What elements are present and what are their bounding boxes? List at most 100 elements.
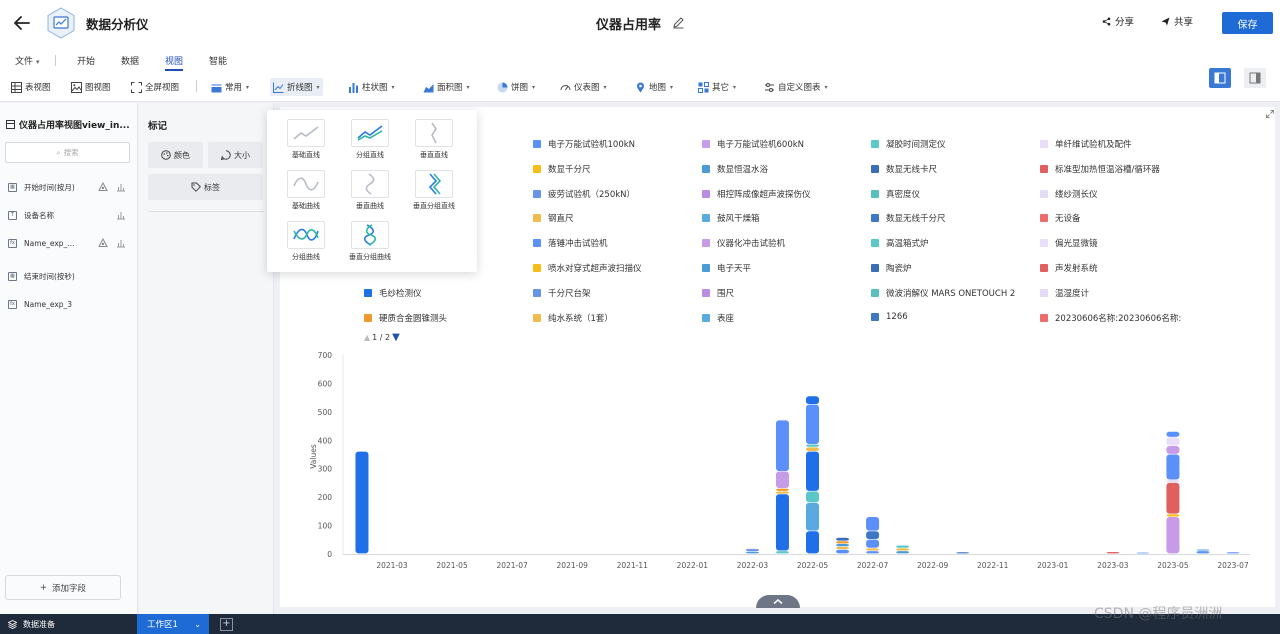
group-curve-option[interactable]: 分组曲线: [275, 221, 337, 262]
y-tick-label: 400: [318, 436, 333, 445]
bar-segment: [956, 552, 970, 554]
x-tick-label: 2022-05: [797, 561, 829, 570]
bar-segment: [806, 451, 819, 491]
x-tick-label: 2021-03: [376, 561, 408, 570]
vertical-line-icon: [431, 122, 437, 144]
vertical-group-line-option[interactable]: 垂直分组直线: [403, 170, 465, 211]
bar-segment: [1166, 480, 1180, 483]
bar-segment: [355, 451, 369, 554]
vertical-group-line-icon: [428, 173, 442, 195]
data-prep-button[interactable]: 数据准备: [8, 619, 55, 630]
vertical-group-curve-icon: [363, 224, 377, 246]
stacked-bar-chart: 0 100 200 300 400 500 600 700 2021-03 2021-05 2021…: [318, 351, 1250, 570]
vertical-line-option[interactable]: 垂直直线: [403, 119, 465, 160]
bar-segment: [866, 539, 880, 548]
group-line-option[interactable]: 分组直线: [339, 119, 401, 160]
basic-curve-label: 基础曲线: [292, 202, 320, 210]
x-tick-label: 2021-11: [617, 561, 649, 570]
x-tick-label: 2022-01: [677, 561, 709, 570]
bar-segment: [745, 550, 759, 552]
x-tick-label: 2023-07: [1217, 561, 1249, 570]
vertical-curve-preview: [351, 170, 389, 198]
chevron-down-icon[interactable]: ⌄: [194, 620, 201, 629]
group-curve-label: 分组曲线: [292, 253, 320, 261]
bar-segment: [1166, 437, 1180, 446]
line-chart-dropdown: 基础直线 分组直线 垂直直线 基础曲线 垂直曲线 垂直分组直线 分组曲线 垂直分…: [267, 110, 477, 272]
x-tick-label: 2023-05: [1157, 561, 1189, 570]
vertical-group-line-preview: [415, 170, 453, 198]
x-tick-label: 2021-05: [436, 561, 468, 570]
vertical-line-label: 垂直直线: [420, 151, 448, 159]
basic-curve-option[interactable]: 基础曲线: [275, 170, 337, 211]
bar-segment: [775, 491, 789, 494]
bar-segment: [806, 447, 819, 452]
x-tick-label: 2022-03: [737, 561, 769, 570]
group-curve-icon: [293, 228, 319, 241]
bar-segment: [836, 537, 850, 541]
bar-segment: [806, 444, 819, 447]
bar-segment: [745, 548, 759, 550]
vertical-curve-label: 垂直曲线: [356, 202, 384, 210]
bar-segment: [836, 541, 850, 544]
bar-segment: [1196, 549, 1210, 551]
vertical-group-line-label: 垂直分组直线: [413, 202, 455, 210]
bar-segment: [775, 488, 789, 491]
data-prep-label: 数据准备: [23, 620, 55, 629]
vertical-line-preview: [415, 119, 453, 147]
bar-segment: [775, 420, 789, 471]
vertical-group-curve-label: 垂直分组曲线: [349, 253, 391, 261]
bar-segment: [775, 471, 789, 489]
bar-segment: [866, 517, 880, 531]
bar-segment: [806, 404, 819, 444]
vertical-curve-icon: [365, 173, 375, 195]
vertical-curve-option[interactable]: 垂直曲线: [339, 170, 401, 211]
bar-segment: [1166, 445, 1180, 454]
bar-segment: [775, 494, 789, 551]
x-tick-label: 2022-11: [977, 561, 1009, 570]
y-tick-label: 100: [318, 522, 333, 531]
worksheet-tab[interactable]: 工作区1 ⌄: [137, 614, 209, 634]
basic-line-option[interactable]: 基础直线: [275, 119, 337, 160]
x-tick-label: 2023-01: [1037, 561, 1069, 570]
group-curve-preview: [287, 221, 325, 249]
bar-segment: [1196, 551, 1210, 554]
basic-line-icon: [293, 126, 319, 140]
add-worksheet-button[interactable]: +: [220, 618, 233, 631]
basic-curve-icon: [293, 177, 319, 191]
y-tick-label: 200: [318, 493, 333, 502]
bar-segment: [806, 502, 819, 531]
basic-line-preview: [287, 119, 325, 147]
y-tick-label: 300: [318, 465, 333, 474]
group-line-label: 分组直线: [356, 151, 384, 159]
bar-segment: [1136, 552, 1150, 554]
bar-segment: [745, 551, 759, 554]
x-tick-label: 2021-07: [496, 561, 528, 570]
bottom-bar: 数据准备 工作区1 ⌄ +: [0, 614, 1280, 634]
x-tick-label: 2023-03: [1097, 561, 1129, 570]
y-tick-label: 500: [318, 408, 333, 417]
bar-segment: [896, 548, 910, 551]
layers-icon: [8, 620, 17, 629]
y-tick-label: 600: [318, 379, 333, 388]
x-tick-label: 2022-09: [917, 561, 949, 570]
bar-segment: [836, 544, 850, 547]
bar-segment: [1106, 552, 1120, 554]
collapse-panel-tab[interactable]: [756, 595, 800, 608]
group-line-icon: [357, 125, 383, 141]
bar-segment: [866, 551, 880, 554]
vertical-group-curve-option[interactable]: 垂直分组曲线: [339, 221, 401, 262]
basic-curve-preview: [287, 170, 325, 198]
bar-segment: [1166, 431, 1180, 437]
y-tick-label: 700: [318, 351, 333, 360]
bar-segment: [836, 549, 850, 554]
vertical-group-curve-preview: [351, 221, 389, 249]
bar-segment: [1226, 552, 1240, 554]
worksheet-tab-label: 工作区1: [147, 620, 178, 630]
basic-line-label: 基础直线: [292, 151, 320, 159]
bar-segment: [806, 491, 819, 503]
bar-segment: [1166, 482, 1180, 514]
bar-segment: [775, 551, 789, 554]
bar-segment: [1166, 514, 1180, 517]
y-tick-label: 0: [327, 550, 332, 559]
chevron-up-icon: [773, 599, 783, 605]
